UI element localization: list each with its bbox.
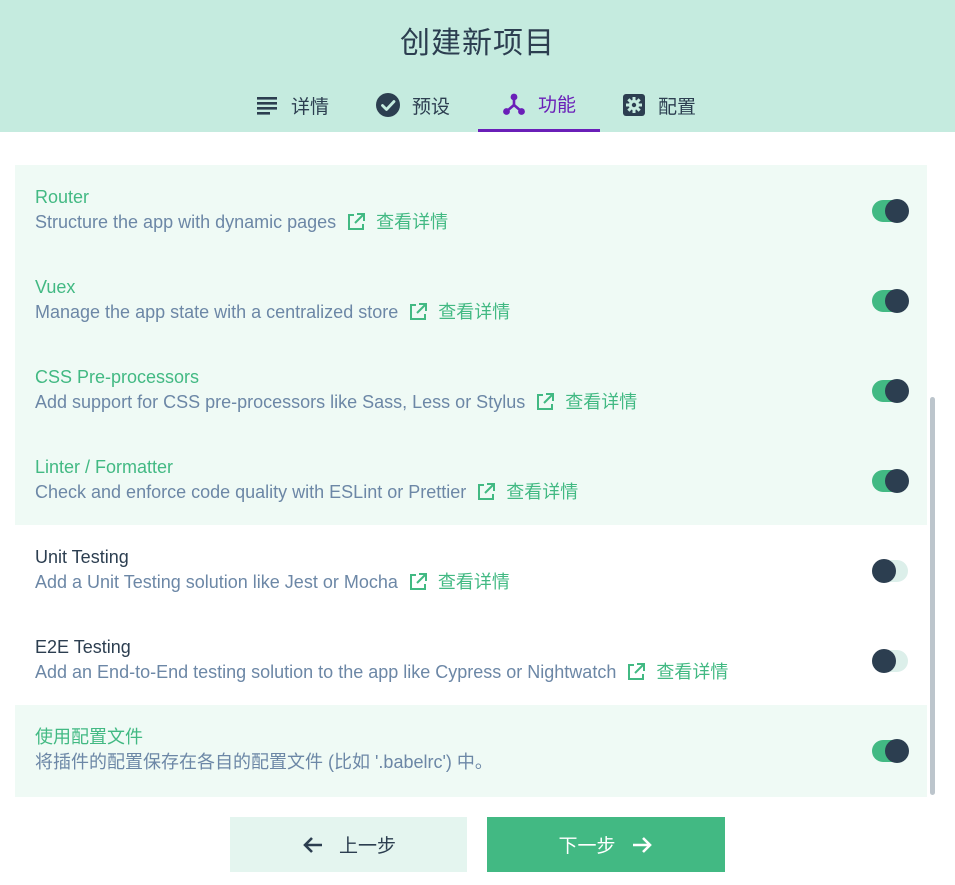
feature-item-unit-testing[interactable]: Unit Testing Add a Unit Testing solution… [15, 525, 927, 615]
toggle-knob [872, 559, 896, 583]
feature-title: Router [35, 187, 90, 207]
tab-details-label: 详情 [291, 96, 330, 118]
tab-features-label: 功能 [537, 95, 576, 116]
feature-toggle[interactable] [872, 559, 908, 583]
more-info-link[interactable]: 查看详情 [376, 209, 448, 235]
tab-bar: 详情 预设 功能 配置 [0, 78, 955, 132]
next-button[interactable]: 下一步 [487, 817, 725, 872]
external-link-icon[interactable] [408, 572, 428, 592]
more-info-link[interactable]: 查看详情 [506, 479, 578, 505]
external-link-icon[interactable] [476, 482, 496, 502]
feature-description: Structure the app with dynamic pages [35, 212, 337, 232]
tab-config[interactable]: 配置 [622, 78, 696, 132]
feature-description: 将插件的配置保存在各自的配置文件 (比如 '.babelrc') 中。 [35, 752, 493, 772]
feature-toggle[interactable] [872, 289, 909, 313]
feature-description: Manage the app state with a centralized … [35, 302, 399, 322]
feature-item-e2e-testing[interactable]: E2E Testing Add an End-to-End testing so… [15, 615, 927, 705]
feature-title: Unit Testing [35, 547, 129, 567]
toggle-knob [885, 199, 909, 223]
previous-button[interactable]: 上一步 [230, 817, 467, 872]
toggle-knob [872, 649, 896, 673]
previous-button-label: 上一步 [338, 836, 396, 857]
feature-description: Add an End-to-End testing solution to th… [35, 662, 617, 682]
feature-item-vuex[interactable]: Vuex Manage the app state with a central… [15, 255, 927, 345]
check-circle-icon [376, 93, 400, 117]
external-link-icon[interactable] [408, 302, 428, 322]
external-link-icon[interactable] [535, 392, 555, 412]
feature-description: Check and enforce code quality with ESLi… [35, 482, 467, 502]
feature-title: 使用配置文件 [35, 727, 143, 747]
feature-item-linter[interactable]: Linter / Formatter Check and enforce cod… [15, 435, 927, 525]
feature-title: Linter / Formatter [35, 457, 174, 477]
feature-description: Add support for CSS pre-processors like … [35, 392, 526, 412]
feature-description-row: Check and enforce code quality with ESLi… [35, 479, 927, 505]
feature-title: CSS Pre-processors [35, 367, 200, 387]
next-button-label: 下一步 [558, 836, 616, 857]
toggle-knob [885, 469, 909, 493]
tab-presets-label: 预设 [412, 96, 451, 118]
tab-config-label: 配置 [658, 96, 697, 118]
feature-description-row: Add an End-to-End testing solution to th… [35, 659, 927, 685]
feature-toggle[interactable] [872, 199, 909, 223]
feature-description-row: 将插件的配置保存在各自的配置文件 (比如 '.babelrc') 中。 [35, 749, 927, 775]
more-info-link[interactable]: 查看详情 [565, 389, 637, 415]
page-title: 创建新项目 [400, 27, 555, 60]
arrow-right-icon [632, 836, 652, 853]
tab-presets[interactable]: 预设 [376, 78, 450, 132]
feature-description-row: Add a Unit Testing solution like Jest or… [35, 569, 927, 595]
scrollbar[interactable] [930, 397, 935, 795]
feature-description: Add a Unit Testing solution like Jest or… [35, 572, 398, 592]
header: 创建新项目 详情 预设 功能 配置 [0, 0, 955, 132]
toggle-knob [885, 739, 909, 763]
feature-description-row: Structure the app with dynamic pages 查看详… [35, 209, 927, 235]
feature-toggle[interactable] [872, 739, 909, 763]
feature-toggle[interactable] [872, 379, 909, 403]
feature-description-row: Add support for CSS pre-processors like … [35, 389, 927, 415]
feature-toggle[interactable] [872, 649, 908, 673]
feature-description-row: Manage the app state with a centralized … [35, 299, 927, 325]
external-link-icon[interactable] [626, 662, 646, 682]
use-config-files-item[interactable]: 使用配置文件 将插件的配置保存在各自的配置文件 (比如 '.babelrc') … [15, 705, 927, 797]
toggle-knob [885, 289, 909, 313]
feature-item-router[interactable]: Router Structure the app with dynamic pa… [15, 165, 927, 255]
external-link-icon[interactable] [346, 212, 366, 232]
gear-icon [623, 94, 645, 116]
list-icon [257, 97, 277, 115]
feature-list: Router Structure the app with dynamic pa… [15, 165, 927, 797]
feature-title: Vuex [35, 277, 76, 297]
toggle-knob [885, 379, 909, 403]
feature-item-css-preprocessors[interactable]: CSS Pre-processors Add support for CSS p… [15, 345, 927, 435]
more-info-link[interactable]: 查看详情 [656, 659, 728, 685]
feature-title: E2E Testing [35, 637, 131, 657]
tab-features[interactable]: 功能 [478, 78, 600, 132]
more-info-link[interactable]: 查看详情 [438, 569, 510, 595]
arrow-left-icon [303, 836, 322, 853]
more-info-link[interactable]: 查看详情 [438, 299, 510, 325]
graph-icon [503, 93, 525, 115]
tab-details[interactable]: 详情 [255, 78, 329, 132]
feature-toggle[interactable] [872, 469, 909, 493]
footer: 上一步 下一步 [0, 797, 955, 885]
